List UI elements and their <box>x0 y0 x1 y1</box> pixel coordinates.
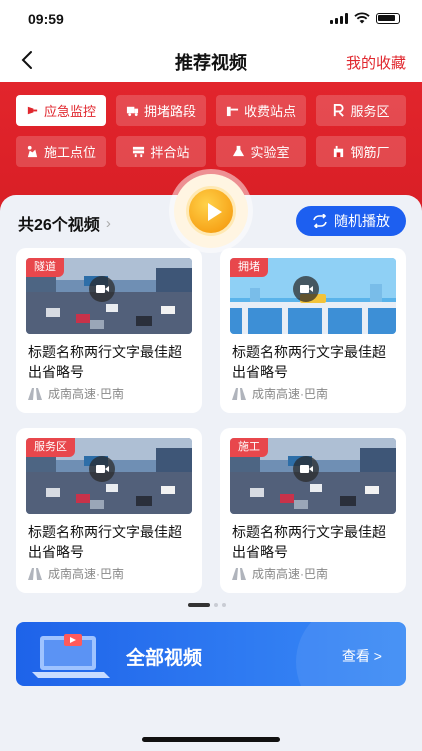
page-indicator <box>188 603 226 607</box>
video-tag: 施工 <box>230 438 268 457</box>
mixer-icon <box>133 146 145 158</box>
video-location: 成南高速·巴南 <box>28 565 124 582</box>
siren-icon <box>27 106 38 115</box>
all-videos-banner[interactable]: 全部视频 查看 > <box>16 622 406 686</box>
video-card[interactable]: 服务区 标题名称两行文字最佳超出省略号 成南高速·巴南 <box>16 428 202 593</box>
play-video-icon[interactable] <box>293 276 319 302</box>
toll-gate-icon <box>226 106 239 117</box>
lab-icon <box>233 145 245 157</box>
battery-icon <box>376 12 400 24</box>
road-icon <box>28 567 42 580</box>
page-dot <box>214 603 218 607</box>
video-location: 成南高速·巴南 <box>232 565 328 582</box>
video-location-label: 成南高速·巴南 <box>252 387 328 401</box>
category-label: 拥堵路段 <box>143 104 196 119</box>
category-label: 钢筋厂 <box>350 145 390 160</box>
category-mixing-station[interactable]: 拌合站 <box>116 136 206 167</box>
home-indicator <box>142 737 280 742</box>
view-more-link[interactable]: 查看 > <box>342 646 382 666</box>
play-all-button[interactable] <box>174 174 248 248</box>
all-videos-label: 全部视频 <box>126 648 203 669</box>
road-icon <box>232 387 246 400</box>
category-label: 应急监控 <box>43 104 96 119</box>
video-title: 标题名称两行文字最佳超出省略号 <box>28 344 182 380</box>
play-video-icon[interactable] <box>293 456 319 482</box>
category-label: 服务区 <box>350 104 390 119</box>
category-construction[interactable]: 施工点位 <box>16 136 106 167</box>
video-title: 标题名称两行文字最佳超出省略号 <box>232 344 386 380</box>
video-tag: 服务区 <box>26 438 75 457</box>
play-icon <box>186 186 236 236</box>
video-count[interactable]: 共26个视频 › <box>18 211 111 235</box>
parking-icon <box>334 104 345 117</box>
category-label: 施工点位 <box>43 145 96 160</box>
status-bar: 09:59 <box>0 0 422 40</box>
laptop-video-icon <box>32 634 110 678</box>
chevron-right-icon: › <box>105 214 111 232</box>
category-steel-factory[interactable]: 钢筋厂 <box>316 136 406 167</box>
page-dot-active <box>188 603 210 607</box>
cellular-signal-icon <box>330 12 348 24</box>
video-card[interactable]: 施工 标题名称两行文字最佳超出省略号 成南高速·巴南 <box>220 428 406 593</box>
road-icon <box>28 387 42 400</box>
status-time: 09:59 <box>28 11 64 27</box>
video-title: 标题名称两行文字最佳超出省略号 <box>28 524 182 560</box>
category-label: 拌合站 <box>150 145 190 160</box>
video-location-label: 成南高速·巴南 <box>48 387 124 401</box>
shuffle-play-button[interactable]: 随机播放 <box>296 206 406 236</box>
nav-bar: 推荐视频 我的收藏 <box>0 40 422 82</box>
category-grid: 应急监控 拥堵路段 收费站点 服务区 施工点位 拌合站 实验室 钢筋厂 <box>16 95 408 167</box>
page-dot <box>222 603 226 607</box>
video-card[interactable]: 拥堵 标题名称两行文字最佳超出省略号 成南高速·巴南 <box>220 248 406 413</box>
shuffle-play-label: 随机播放 <box>334 213 390 229</box>
video-title: 标题名称两行文字最佳超出省略号 <box>232 524 386 560</box>
play-video-icon[interactable] <box>89 456 115 482</box>
wifi-icon <box>354 12 370 24</box>
video-card[interactable]: 隧道 标题名称两行文字最佳超出省略号 成南高速·巴南 <box>16 248 202 413</box>
video-location: 成南高速·巴南 <box>232 385 328 402</box>
category-label: 实验室 <box>250 145 290 160</box>
category-emergency-monitor[interactable]: 应急监控 <box>16 95 106 126</box>
category-label: 收费站点 <box>243 104 296 119</box>
construction-icon <box>27 145 38 158</box>
video-tag: 拥堵 <box>230 258 268 277</box>
video-location-label: 成南高速·巴南 <box>48 567 124 581</box>
video-location-label: 成南高速·巴南 <box>252 567 328 581</box>
video-count-label: 共26个视频 <box>18 217 100 234</box>
favorites-link[interactable]: 我的收藏 <box>346 52 406 73</box>
shuffle-icon <box>313 214 327 228</box>
video-tag: 隧道 <box>26 258 64 277</box>
category-congestion[interactable]: 拥堵路段 <box>116 95 206 126</box>
road-icon <box>232 567 246 580</box>
truck-icon <box>126 106 139 117</box>
category-laboratory[interactable]: 实验室 <box>216 136 306 167</box>
video-location: 成南高速·巴南 <box>28 385 124 402</box>
category-toll-station[interactable]: 收费站点 <box>216 95 306 126</box>
status-icons <box>330 12 400 24</box>
category-service-area[interactable]: 服务区 <box>316 95 406 126</box>
play-video-icon[interactable] <box>89 276 115 302</box>
factory-icon <box>334 145 344 158</box>
